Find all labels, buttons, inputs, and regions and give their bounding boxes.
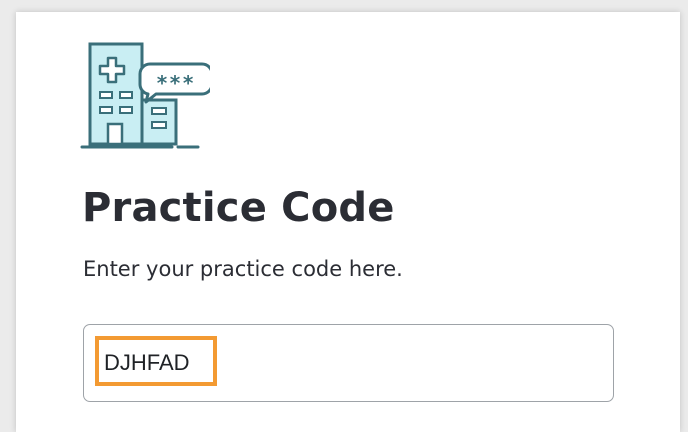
page-subtitle: Enter your practice code here. (83, 257, 403, 281)
page-title: Practice Code (82, 185, 395, 231)
hospital-building-icon (80, 42, 210, 149)
practice-code-input[interactable] (84, 325, 613, 401)
speech-bubble-text: *** (156, 71, 196, 95)
practice-code-card: *** Practice Code Enter your practice co… (16, 12, 680, 432)
practice-code-field[interactable] (83, 324, 614, 402)
